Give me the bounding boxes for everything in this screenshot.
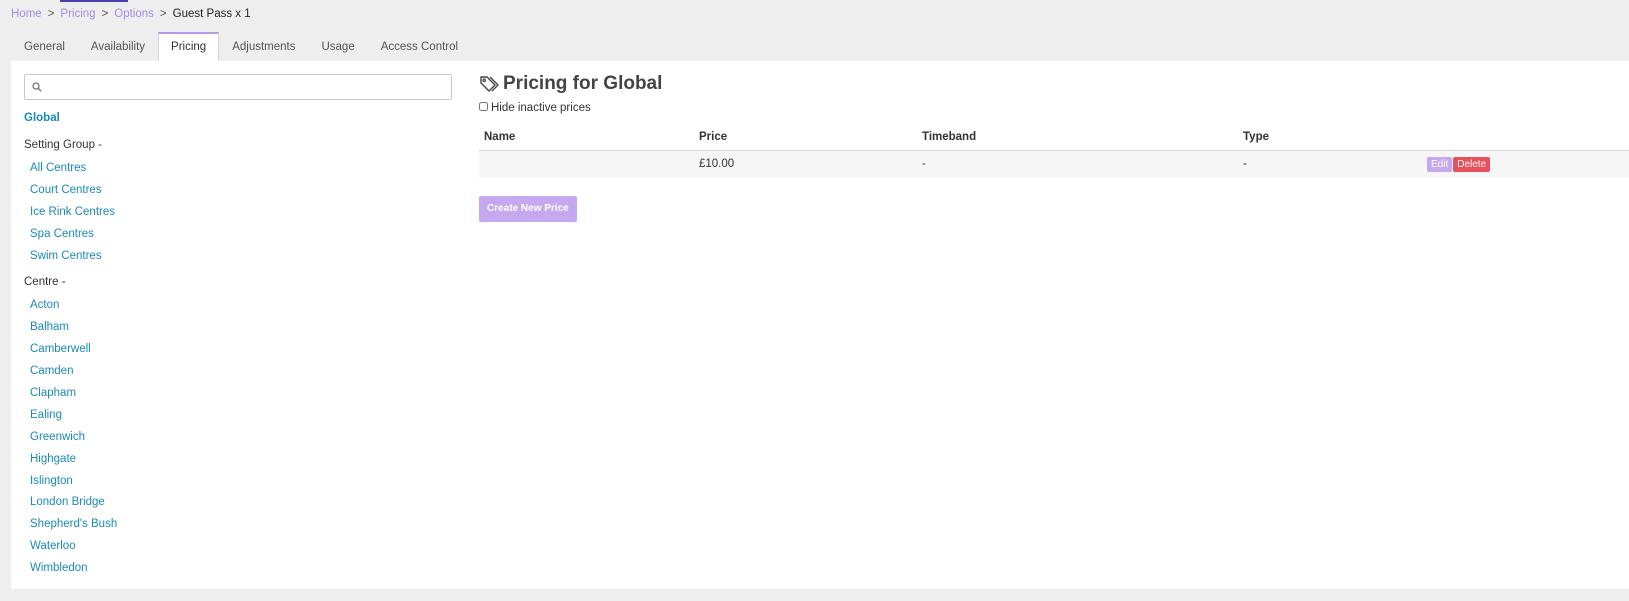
column-header-price: Price [694, 124, 917, 151]
tab-general[interactable]: General [11, 33, 78, 61]
setting-group-heading[interactable]: Setting Group - [24, 139, 452, 153]
centre-list: Acton Balham Camberwell Camden Clapham E… [24, 295, 452, 580]
hide-inactive-checkbox[interactable] [479, 102, 488, 111]
centre-item[interactable]: Wimbledon [24, 558, 452, 580]
page-title: Pricing for Global [503, 73, 663, 94]
tab-usage[interactable]: Usage [308, 33, 367, 61]
breadcrumb-pricing[interactable]: Pricing [60, 8, 95, 20]
setting-group-list: All Centres Court Centres Ice Rink Centr… [24, 158, 452, 267]
setting-group-item[interactable]: Ice Rink Centres [24, 202, 452, 224]
centre-item[interactable]: Ealing [24, 405, 452, 427]
breadcrumb-separator: > [159, 8, 167, 20]
column-header-type: Type [1238, 124, 1422, 151]
top-accent-bar [60, 0, 128, 2]
setting-group-item[interactable]: All Centres [24, 158, 452, 180]
tab-adjustments[interactable]: Adjustments [219, 33, 308, 61]
breadcrumb-current: Guest Pass x 1 [172, 8, 251, 20]
sidebar: Global Setting Group - All Centres Court… [24, 74, 452, 580]
hide-inactive-label: Hide inactive prices [491, 102, 591, 114]
tab-bar: General Availability Pricing Adjustments… [11, 32, 471, 61]
centre-item[interactable]: Clapham [24, 383, 452, 405]
centre-item[interactable]: Waterloo [24, 536, 452, 558]
cell-name [479, 150, 694, 178]
search-input[interactable] [47, 75, 447, 99]
prices-table: Name Price Timeband Type £10.00 - - Edit… [479, 124, 1629, 178]
search-box [24, 74, 452, 100]
centre-item[interactable]: Shepherd's Bush [24, 514, 452, 536]
breadcrumb-home[interactable]: Home [11, 8, 42, 20]
delete-button[interactable]: Delete [1453, 156, 1491, 172]
edit-button[interactable]: Edit [1427, 156, 1453, 172]
tab-pricing[interactable]: Pricing [158, 32, 220, 61]
page-title-row: Pricing for Global [479, 72, 1629, 96]
create-new-price-button[interactable]: Create New Price [479, 196, 577, 222]
centre-item[interactable]: Islington [24, 471, 452, 493]
breadcrumb-separator: > [101, 8, 109, 20]
global-link[interactable]: Global [24, 112, 452, 126]
centre-item[interactable]: Acton [24, 295, 452, 317]
hide-inactive-filter: Hide inactive prices [479, 101, 1629, 115]
cell-price: £10.00 [694, 150, 917, 178]
tab-availability[interactable]: Availability [78, 33, 158, 61]
centre-item[interactable]: Camden [24, 361, 452, 383]
breadcrumb: Home > Pricing > Options > Guest Pass x … [11, 7, 251, 21]
search-icon [32, 82, 42, 92]
breadcrumb-options[interactable]: Options [114, 8, 154, 20]
pricing-main: Pricing for Global Hide inactive prices … [479, 72, 1629, 222]
table-row: £10.00 - - Edit Delete [479, 150, 1629, 178]
centre-item[interactable]: Balham [24, 317, 452, 339]
cell-actions: Edit Delete [1422, 150, 1629, 178]
tab-access-control[interactable]: Access Control [368, 33, 471, 61]
setting-group-item[interactable]: Court Centres [24, 180, 452, 202]
setting-group-item[interactable]: Spa Centres [24, 224, 452, 246]
centre-item[interactable]: Camberwell [24, 339, 452, 361]
breadcrumb-separator: > [47, 8, 55, 20]
centre-item[interactable]: Greenwich [24, 427, 452, 449]
column-header-timeband: Timeband [917, 124, 1238, 151]
centre-heading[interactable]: Centre - [24, 276, 452, 290]
column-header-name: Name [479, 124, 694, 151]
cell-type: - [1238, 150, 1422, 178]
content-panel: Global Setting Group - All Centres Court… [11, 61, 1629, 589]
table-header-row: Name Price Timeband Type [479, 124, 1629, 151]
setting-group-item[interactable]: Swim Centres [24, 246, 452, 268]
centre-item[interactable]: London Bridge [24, 492, 452, 514]
cell-timeband: - [917, 150, 1238, 178]
centre-item[interactable]: Highgate [24, 449, 452, 471]
column-header-actions [1422, 124, 1629, 151]
tag-icon [480, 76, 499, 92]
